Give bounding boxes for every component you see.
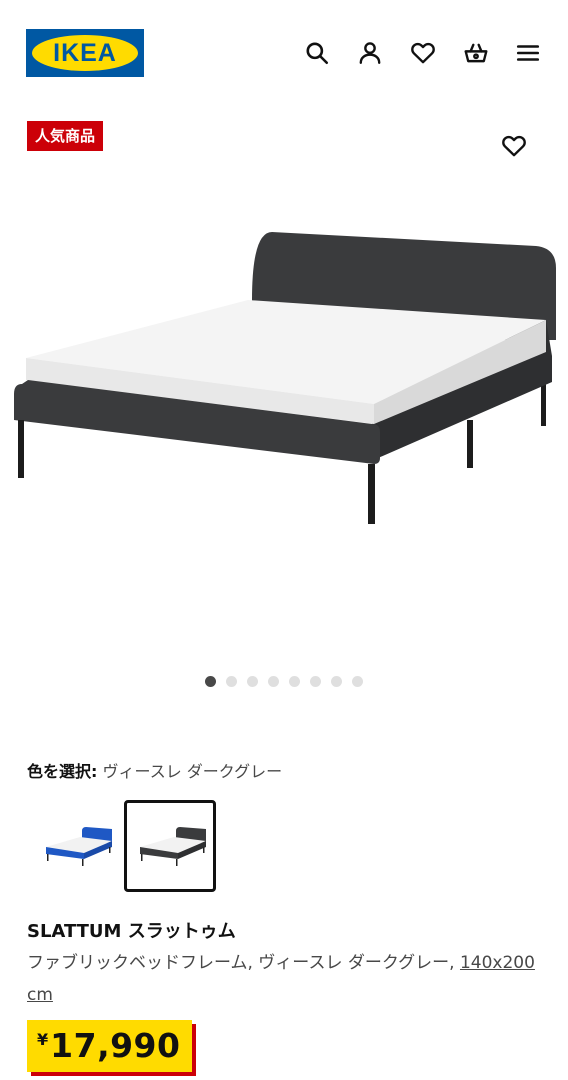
carousel-dot[interactable] — [352, 676, 363, 687]
carousel-dot[interactable] — [331, 676, 342, 687]
ikea-logo[interactable]: IKEA — [26, 29, 144, 77]
color-select-label: 色を選択: ヴィースレ ダークグレー — [27, 758, 282, 782]
product-description-text: ファブリックベッドフレーム, ヴィースレ ダークグレー, — [27, 953, 455, 973]
carousel-dot[interactable] — [310, 676, 321, 687]
product-image[interactable] — [0, 180, 568, 650]
product-description: ファブリックベッドフレーム, ヴィースレ ダークグレー, 140x200 cm — [27, 947, 547, 1011]
logo-text: IKEA — [53, 39, 117, 67]
favourite-heart-icon[interactable] — [499, 131, 529, 161]
carousel-dots[interactable] — [0, 676, 568, 690]
search-icon[interactable] — [302, 38, 332, 68]
carousel-dot[interactable] — [205, 676, 216, 687]
heart-icon[interactable] — [408, 38, 438, 68]
price-tag: ¥ 17,990 — [27, 1020, 193, 1072]
carousel-dot[interactable] — [268, 676, 279, 687]
color-swatch-dark-grey[interactable] — [124, 800, 216, 892]
price-amount: 17,990 — [50, 1026, 181, 1065]
color-swatch-blue[interactable] — [30, 800, 122, 892]
carousel-dot[interactable] — [289, 676, 300, 687]
menu-icon[interactable] — [513, 38, 543, 68]
price-currency: ¥ — [37, 1030, 49, 1049]
user-icon[interactable] — [355, 38, 385, 68]
product-name: SLATTUM スラットゥム — [27, 921, 236, 942]
carousel-dot[interactable] — [247, 676, 258, 687]
color-select-key: 色を選択: — [27, 762, 98, 781]
carousel-dot[interactable] — [226, 676, 237, 687]
cart-icon[interactable] — [461, 38, 491, 68]
color-select-value: ヴィースレ ダークグレー — [102, 762, 283, 781]
popular-badge: 人気商品 — [27, 121, 104, 151]
site-header: IKEA — [0, 0, 568, 100]
